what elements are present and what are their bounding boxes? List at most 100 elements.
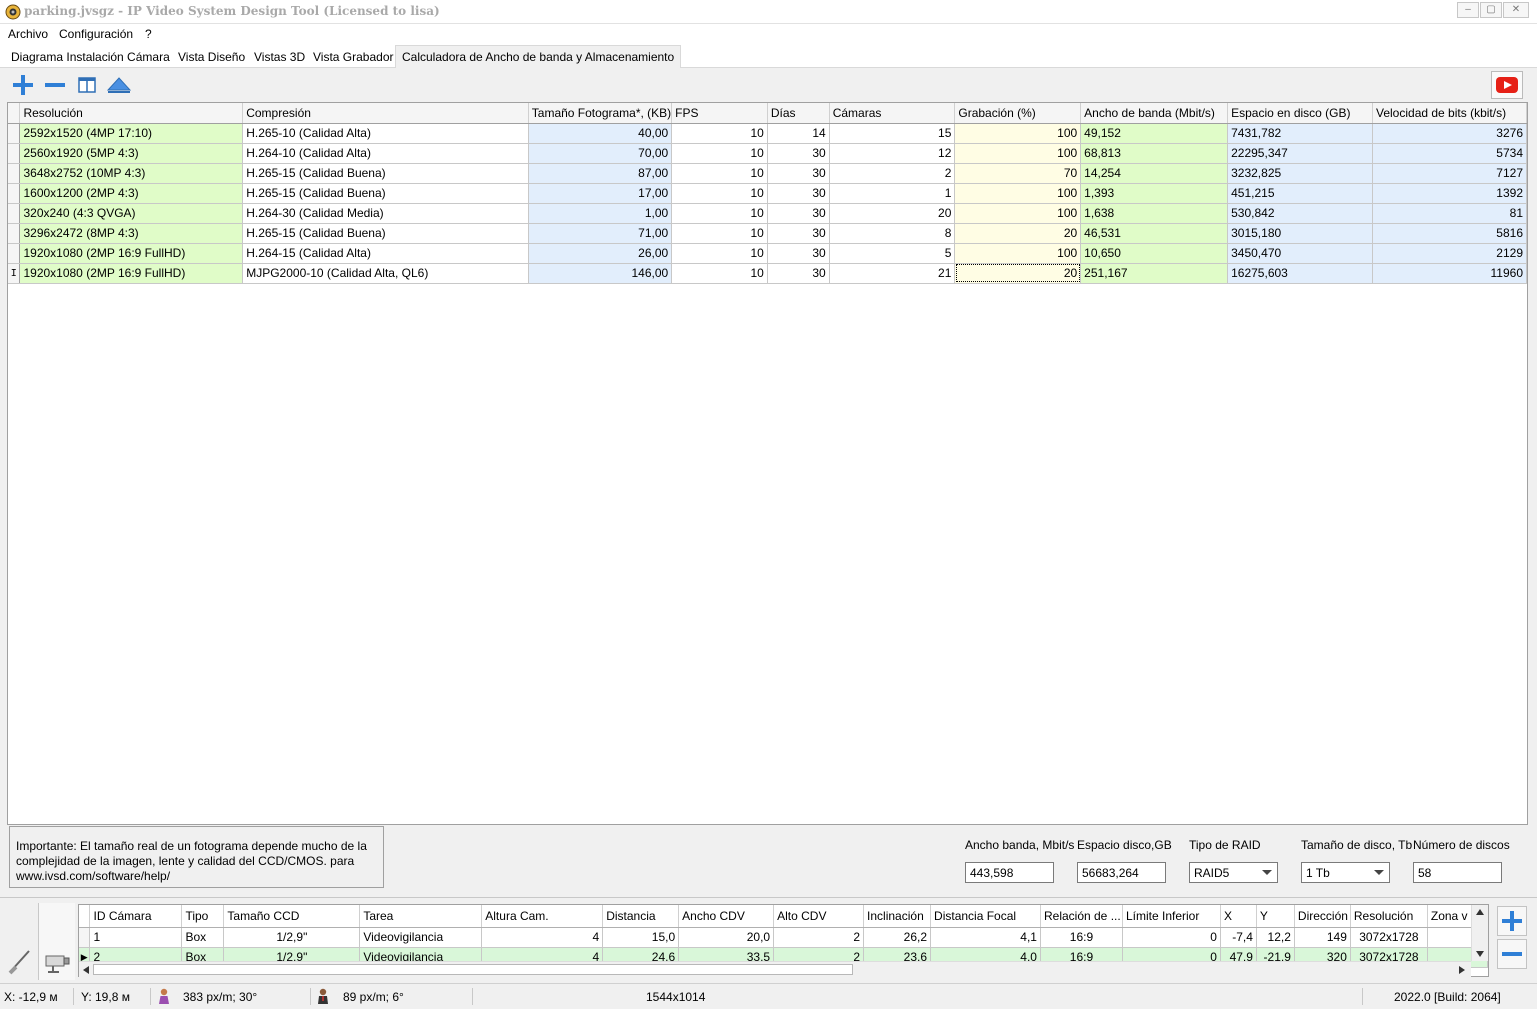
col-header-ancho-banda[interactable]: Ancho de banda (Mbit/s) [1080,103,1229,124]
grid-row[interactable]: I 1920x1080 (2MP 16:9 FullHD) MJPG2000-10 … [8,263,1527,284]
cell-camaras[interactable]: 12 [829,143,956,164]
cell-grabacion[interactable]: 100 [954,143,1082,164]
cell-tamano[interactable]: 70,00 [528,143,673,164]
cell-grabacion[interactable]: 100 [954,183,1082,204]
cell-compresion[interactable]: H.265-15 (Calidad Buena) [242,163,529,184]
cam-cell-relacion[interactable]: 16:9 [1040,927,1123,948]
tab-calculadora[interactable]: Calculadora de Ancho de banda y Almacena… [395,45,682,69]
camera-row[interactable]: 1 Box 1/2,9" Videovigilancia 4 15,0 20,0 2 26,2 4… [79,927,1488,948]
col-header-camaras[interactable]: Cámaras [829,103,956,124]
close-button[interactable]: ✕ [1503,2,1529,18]
cell-ancho-banda[interactable]: 251,167 [1080,263,1229,284]
grid-row[interactable]: 1600x1200 (2MP 4:3) H.265-15 (Calidad Bue… [8,183,1527,204]
camera-row-indicator[interactable] [79,927,91,948]
cell-tamano[interactable]: 71,00 [528,223,673,244]
disk-total-field[interactable]: 56683,264 [1077,862,1166,883]
camera-horizontal-scrollbar[interactable] [79,961,1471,977]
pencil-tool-icon[interactable] [7,947,33,975]
tab-vistas-3d[interactable]: Vistas 3D [254,50,305,64]
cell-velocidad-bits[interactable]: 7127 [1372,163,1527,184]
col-header-velocidad-bits[interactable]: Velocidad de bits (kbit/s) [1372,103,1527,124]
cell-tamano[interactable]: 40,00 [528,123,673,144]
cam-cell-focal[interactable]: 4,1 [930,927,1041,948]
cell-resolucion[interactable]: 3296x2472 (8MP 4:3) [19,223,244,244]
cell-resolucion[interactable]: 3648x2752 (10MP 4:3) [19,163,244,184]
cam-cell-x[interactable]: -7,4 [1220,927,1257,948]
scroll-up-icon[interactable] [1475,908,1485,916]
grid-row[interactable]: 320x240 (4:3 QVGA) H.264-30 (Calidad Medi… [8,203,1527,224]
maximize-button[interactable]: ▢ [1480,2,1502,18]
remove-camera-button[interactable] [1497,939,1527,969]
cell-ancho-banda[interactable]: 14,254 [1080,163,1229,184]
cell-camaras[interactable]: 1 [829,183,956,204]
cell-resolucion[interactable]: 320x240 (4:3 QVGA) [19,203,244,224]
cell-ancho-banda[interactable]: 46,531 [1080,223,1229,244]
cell-compresion[interactable]: H.264-30 (Calidad Media) [242,203,529,224]
cam-col-resolucion[interactable]: Resolución [1350,905,1428,928]
row-indicator[interactable]: I [8,263,21,284]
box-camera-icon[interactable] [43,951,71,975]
cam-cell-direccion[interactable]: 149 [1294,927,1351,948]
cell-compresion[interactable]: H.264-10 (Calidad Alta) [242,143,529,164]
cell-espacio-disco[interactable]: 3015,180 [1227,223,1373,244]
columns-button[interactable] [73,71,101,99]
cell-grabacion[interactable]: 20 [954,263,1082,284]
cell-ancho-banda[interactable]: 68,813 [1080,143,1229,164]
menu-help[interactable]: ? [145,27,152,41]
cell-camaras[interactable]: 8 [829,223,956,244]
add-row-button[interactable] [9,71,37,99]
cell-compresion[interactable]: H.265-15 (Calidad Buena) [242,183,529,204]
cell-ancho-banda[interactable]: 1,638 [1080,203,1229,224]
cell-velocidad-bits[interactable]: 11960 [1372,263,1527,284]
cell-fps[interactable]: 10 [671,183,768,204]
cam-cell-distancia[interactable]: 15,0 [602,927,680,948]
row-indicator[interactable] [8,143,21,164]
cell-grabacion[interactable]: 100 [954,123,1082,144]
menu-archivo[interactable]: Archivo [8,27,48,41]
cam-cell-inclinacion[interactable]: 26,2 [863,927,932,948]
cam-cell-tarea[interactable]: Videovigilancia [359,927,483,948]
cell-velocidad-bits[interactable]: 5816 [1372,223,1527,244]
grid-row[interactable]: 2560x1920 (5MP 4:3) H.264-10 (Calidad Alt… [8,143,1527,164]
grid-row[interactable]: 2592x1520 (4MP 17:10) H.265-10 (Calidad A… [8,123,1527,144]
cell-camaras[interactable]: 2 [829,163,956,184]
cam-col-x[interactable]: X [1220,905,1257,928]
cell-fps[interactable]: 10 [671,263,768,284]
collapse-panel-button[interactable] [105,71,133,99]
cell-espacio-disco[interactable]: 451,215 [1227,183,1373,204]
cell-resolucion[interactable]: 1600x1200 (2MP 4:3) [19,183,244,204]
cell-velocidad-bits[interactable]: 2129 [1372,243,1527,264]
cam-col-inclinacion[interactable]: Inclinación [863,905,932,928]
cell-resolucion[interactable]: 1920x1080 (2MP 16:9 FullHD) [19,263,244,284]
cell-tamano[interactable]: 146,00 [528,263,673,284]
cell-camaras[interactable]: 5 [829,243,956,264]
col-header-fps[interactable]: FPS [671,103,768,124]
cam-col-ccd[interactable]: Tamaño CCD [223,905,361,928]
cell-fps[interactable]: 10 [671,223,768,244]
tab-vista-diseno[interactable]: Vista Diseño [178,50,245,64]
cell-camaras[interactable]: 21 [829,263,956,284]
cell-grabacion[interactable]: 100 [954,243,1082,264]
cell-fps[interactable]: 10 [671,123,768,144]
col-header-compresion[interactable]: Compresión [242,103,529,124]
cell-fps[interactable]: 10 [671,203,768,224]
raid-type-select[interactable]: RAID5 [1189,862,1278,883]
bandwidth-total-field[interactable]: 443,598 [965,862,1054,883]
cell-fps[interactable]: 10 [671,243,768,264]
minimize-button[interactable]: – [1457,2,1479,18]
cell-compresion[interactable]: H.265-15 (Calidad Buena) [242,223,529,244]
cell-espacio-disco[interactable]: 7431,782 [1227,123,1373,144]
cell-velocidad-bits[interactable]: 5734 [1372,143,1527,164]
cell-velocidad-bits[interactable]: 1392 [1372,183,1527,204]
row-indicator[interactable] [8,243,21,264]
cam-col-tarea[interactable]: Tarea [359,905,483,928]
cell-tamano[interactable]: 87,00 [528,163,673,184]
scroll-down-icon[interactable] [1475,950,1485,958]
col-header-resolucion[interactable]: Resolución [19,103,244,124]
cell-ancho-banda[interactable]: 1,393 [1080,183,1229,204]
cam-col-alto-cdv[interactable]: Alto CDV [773,905,865,928]
cell-grabacion[interactable]: 70 [954,163,1082,184]
grid-row[interactable]: 3296x2472 (8MP 4:3) H.265-15 (Calidad Bue… [8,223,1527,244]
cam-cell-alto-cdv[interactable]: 2 [773,927,865,948]
cell-resolucion[interactable]: 2560x1920 (5MP 4:3) [19,143,244,164]
